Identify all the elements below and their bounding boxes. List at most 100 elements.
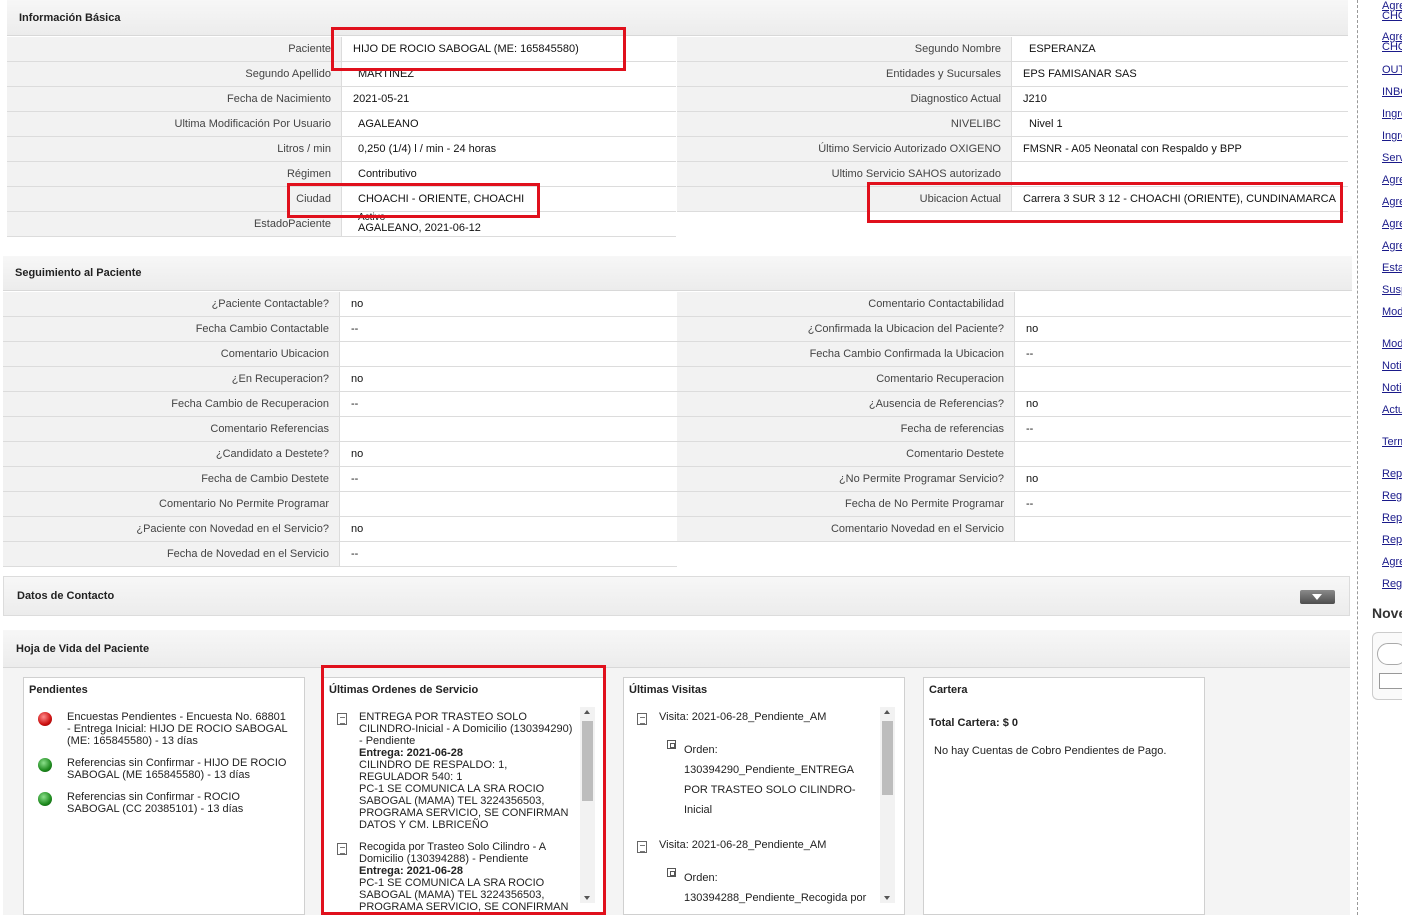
sidebar-link[interactable]: Agre <box>1382 218 1402 230</box>
field-value <box>1015 517 1351 541</box>
sidebar-link[interactable]: CHO <box>1382 10 1402 22</box>
scroll-down-icon[interactable] <box>584 896 590 900</box>
row-en-recuperacion: ¿En Recuperacion? no <box>3 367 677 392</box>
history-title: Hoja de Vida del Paciente <box>16 642 150 655</box>
sidebar-link[interactable]: Noti <box>1382 360 1402 372</box>
sidebar-link[interactable]: INBO <box>1382 86 1402 98</box>
orders-scrollbar[interactable] <box>580 707 595 903</box>
sidebar-link[interactable]: Ingre <box>1382 130 1402 142</box>
row-litros-min: Litros / min 0,250 (1/4) l / min - 24 hor… <box>7 137 676 162</box>
sidebar-link[interactable]: Modi <box>1382 306 1402 318</box>
field-label: ¿Candidato a Destete? <box>3 442 340 466</box>
field-value: -- <box>340 317 677 341</box>
field-value: no <box>340 292 677 316</box>
row-comentario-ubicacion: Comentario Ubicacion <box>3 342 677 367</box>
row-comentario-recuperacion: Comentario Recuperacion <box>677 367 1351 392</box>
sidebar-link[interactable]: Rep <box>1382 512 1402 524</box>
field-value: -- <box>1015 492 1351 516</box>
sidebar-link[interactable]: Modi <box>1382 338 1402 350</box>
row-fecha-de-novedad-en-el-servicio: Fecha de Novedad en el Servicio -- <box>3 542 677 567</box>
row-diagnostico-actual: Diagnostico Actual J210 <box>677 87 1348 112</box>
row-comentario-referencias: Comentario Referencias <box>3 417 677 442</box>
field-label: Litros / min <box>7 137 342 161</box>
sidebar-link[interactable]: Rep <box>1382 534 1402 546</box>
orders-panel: Últimas Ordenes de Servicio ENTREGA POR … <box>323 677 605 915</box>
status-red-icon <box>38 712 52 726</box>
field-label: Fecha Cambio Contactable <box>3 317 340 341</box>
portfolio-total: Total Cartera: $ 0 <box>929 717 1019 729</box>
field-value: Nivel 1 <box>1012 112 1348 136</box>
sidebar-link[interactable]: Agre <box>1382 556 1402 568</box>
visits-scroll-thumb[interactable] <box>882 721 893 795</box>
visit-order-1[interactable]: Orden: 130394290_Pendiente_ENTREGA POR T… <box>684 740 874 820</box>
sidebar-link[interactable]: Agre <box>1382 174 1402 186</box>
row-entidades-y-sucursales: Entidades y Sucursales EPS FAMISANAR SAS <box>677 62 1348 87</box>
field-value: no <box>1015 317 1351 341</box>
orders-scroll-thumb[interactable] <box>582 721 593 801</box>
field-value: J210 <box>1012 87 1348 111</box>
field-label: Fecha Cambio Confirmada la Ubicacion <box>677 342 1015 366</box>
field-label: ¿Paciente Contactable? <box>3 292 340 316</box>
sidebar-link[interactable]: OUT <box>1382 64 1402 76</box>
field-value: no <box>340 517 677 541</box>
sidebar-link[interactable]: Agre <box>1382 196 1402 208</box>
visit-item-2[interactable]: Visita: 2021-06-28_Pendiente_AM <box>659 839 879 851</box>
field-value: -- <box>340 392 677 416</box>
field-value: no <box>1015 392 1351 416</box>
field-label: Fecha de No Permite Programar <box>677 492 1015 516</box>
field-label: Ultimo Servicio SAHOS autorizado <box>677 162 1012 186</box>
sidebar-widget <box>1372 632 1402 700</box>
sidebar-link[interactable]: Serv <box>1382 152 1402 164</box>
field-value: 0,250 (1/4) l / min - 24 horas <box>342 137 676 161</box>
row-ciudad: Ciudad CHOACHI - ORIENTE, CHOACHI <box>7 187 676 212</box>
field-label: Segundo Nombre <box>677 37 1012 61</box>
pending-item-2[interactable]: Referencias sin Confirmar - HIJO DE ROCI… <box>67 757 302 781</box>
row-fecha-cambio-confirmada-la-ubicacion: Fecha Cambio Confirmada la Ubicacion -- <box>677 342 1351 367</box>
pending-panel: Pendientes Encuestas Pendientes - Encues… <box>23 677 305 915</box>
sidebar-link[interactable]: Actu <box>1382 404 1402 416</box>
contact-title: Datos de Contacto <box>17 590 115 602</box>
sidebar-link[interactable]: Agre <box>1382 240 1402 252</box>
field-label: ¿Ausencia de Referencias? <box>677 392 1015 416</box>
field-value <box>1015 442 1351 466</box>
sidebar-link[interactable]: Term <box>1382 436 1402 448</box>
field-value-line: AGALEANO, 2021-06-12 <box>358 222 481 234</box>
sidebar-link[interactable]: Esta <box>1382 262 1402 274</box>
expand-toggle-button[interactable] <box>1300 590 1335 604</box>
field-label: Fecha Cambio de Recuperacion <box>3 392 340 416</box>
field-label: Paciente <box>7 37 342 61</box>
chevron-down-icon <box>1312 594 1322 600</box>
field-value <box>340 417 677 441</box>
sidebar-link[interactable]: Regi <box>1382 490 1402 502</box>
sidebar-input[interactable] <box>1379 673 1402 689</box>
sidebar-link[interactable]: Regi <box>1382 578 1402 590</box>
field-value: FMSNR - A05 Neonatal con Respaldo y BPP <box>1012 137 1348 161</box>
order-item-2[interactable]: Recogida por Trasteo Solo Cilindro - A D… <box>359 841 581 913</box>
order-item-1[interactable]: ENTREGA POR TRASTEO SOLO CILINDRO-Inicia… <box>359 711 581 831</box>
scroll-up-icon[interactable] <box>884 710 890 714</box>
sidebar-link[interactable]: Noti <box>1382 382 1402 394</box>
portfolio-message: No hay Cuentas de Cobro Pendientes de Pa… <box>934 745 1167 757</box>
scroll-up-icon[interactable] <box>584 710 590 714</box>
visit-order-2[interactable]: Orden: 130394288_Pendiente_Recogida por <box>684 868 874 908</box>
row-candidato-a-destete: ¿Candidato a Destete? no <box>3 442 677 467</box>
sidebar-link[interactable]: Susp <box>1382 284 1402 296</box>
sidebar-link[interactable]: CHO <box>1382 41 1402 53</box>
contact-header[interactable]: Datos de Contacto <box>3 576 1350 616</box>
pending-item-1[interactable]: Encuestas Pendientes - Encuesta No. 6880… <box>67 711 302 747</box>
field-value: AGALEANO <box>342 112 676 136</box>
pending-item-3[interactable]: Referencias sin Confirmar - ROCIO SABOGA… <box>67 791 302 815</box>
scroll-down-icon[interactable] <box>884 896 890 900</box>
field-label: ¿En Recuperacion? <box>3 367 340 391</box>
sidebar-link[interactable]: Rep <box>1382 468 1402 480</box>
visit-item-1[interactable]: Visita: 2021-06-28_Pendiente_AM <box>659 711 879 723</box>
field-label: Fecha de Novedad en el Servicio <box>3 542 340 566</box>
field-value: Contributivo <box>342 162 676 186</box>
field-label: Comentario Novedad en el Servicio <box>677 517 1015 541</box>
sidebar-link[interactable]: Ingre <box>1382 108 1402 120</box>
field-label: Comentario Recuperacion <box>677 367 1015 391</box>
followup-header: Seguimiento al Paciente <box>3 256 1352 291</box>
field-label: EstadoPaciente <box>7 212 342 236</box>
visits-scrollbar[interactable] <box>880 707 895 903</box>
row-ultimo-servicio-sahos-autorizado: Ultimo Servicio SAHOS autorizado <box>677 162 1348 187</box>
